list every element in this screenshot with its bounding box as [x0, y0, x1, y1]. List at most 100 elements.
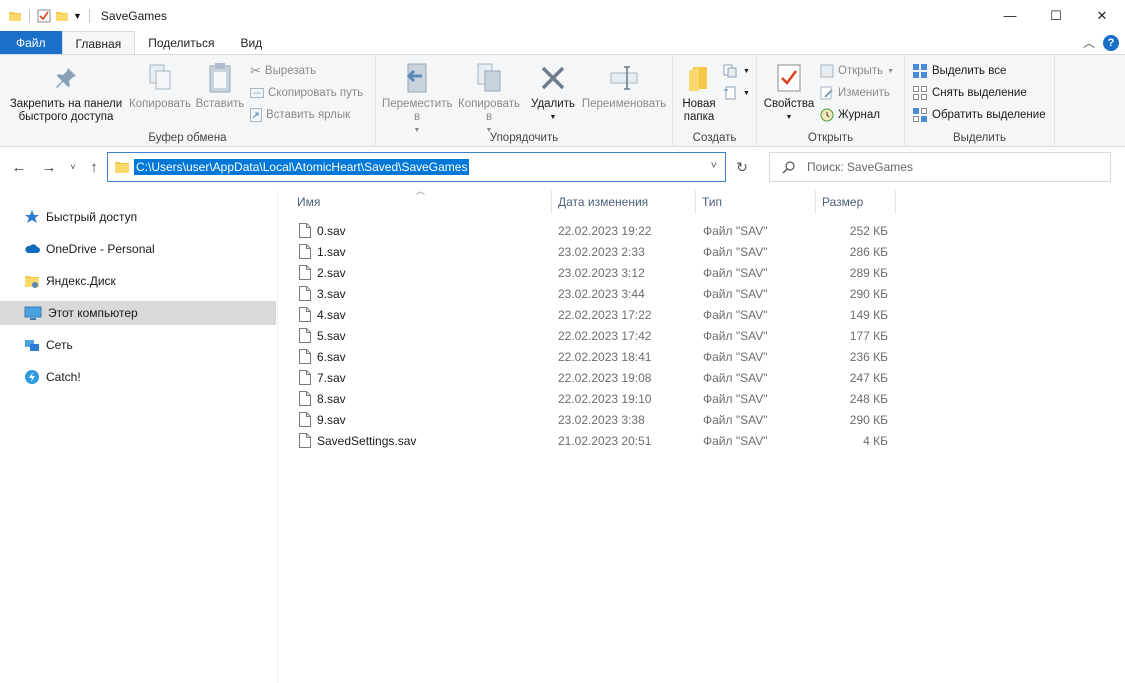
invert-selection-icon [913, 108, 927, 122]
star-icon [25, 210, 39, 223]
cut-button[interactable]: ✂ Вырезать [250, 61, 316, 81]
properties-icon[interactable] [37, 9, 51, 23]
file-icon [299, 433, 311, 448]
close-button[interactable]: ✕ [1079, 0, 1125, 31]
file-row[interactable]: 8.sav 22.02.2023 19:10 Файл "SAV" 248 КБ [279, 388, 1125, 409]
address-history-chevron-icon[interactable]: ˅ [711, 160, 717, 172]
pin-to-quick-access-button[interactable]: Закрепить на панели быстрого доступа [6, 61, 126, 124]
file-row[interactable]: 6.sav 22.02.2023 18:41 Файл "SAV" 236 КБ [279, 346, 1125, 367]
dropdown-chevron-icon: ▼ [785, 114, 793, 121]
select-none-button[interactable]: Снять выделение [912, 83, 1027, 103]
back-button[interactable]: ← [8, 156, 30, 178]
file-row[interactable]: 9.sav 23.02.2023 3:38 Файл "SAV" 290 КБ [279, 409, 1125, 430]
file-name: 4.sav [317, 307, 346, 322]
file-row[interactable]: 0.sav 22.02.2023 19:22 Файл "SAV" 252 КБ [279, 220, 1125, 241]
search-box[interactable]: Поиск: SaveGames [769, 152, 1111, 182]
file-name: 8.sav [317, 391, 346, 406]
folder-icon [25, 276, 39, 288]
customize-toolbar-chevron-icon[interactable]: ▼ [73, 11, 82, 21]
file-name-cell[interactable]: 5.sav [299, 325, 346, 346]
collapse-ribbon-chevron-icon[interactable]: ︿ [1083, 34, 1095, 51]
new-folder-icon[interactable] [55, 9, 69, 23]
sidebar-item-yandex-disk[interactable]: Яндекс.Диск [0, 269, 276, 293]
copy-icon [149, 64, 171, 90]
file-icon [299, 244, 311, 259]
file-date: 22.02.2023 18:41 [558, 349, 652, 364]
tab-file[interactable]: Файл [0, 31, 62, 55]
sidebar-item-network[interactable]: Сеть [0, 333, 276, 357]
tab-view[interactable]: Вид [227, 31, 275, 55]
file-type: Файл "SAV" [703, 307, 768, 322]
tab-home[interactable]: Главная [61, 31, 136, 55]
file-row[interactable]: 7.sav 22.02.2023 19:08 Файл "SAV" 247 КБ [279, 367, 1125, 388]
file-name-cell[interactable]: 9.sav [299, 409, 346, 430]
paste-button[interactable]: Вставить [194, 61, 246, 111]
help-icon[interactable]: ? [1103, 34, 1119, 51]
file-row[interactable]: 3.sav 23.02.2023 3:44 Файл "SAV" 290 КБ [279, 283, 1125, 304]
copy-path-icon [250, 88, 264, 98]
history-button[interactable]: Журнал [820, 105, 880, 125]
sidebar-item-quick-access[interactable]: Быстрый доступ [0, 205, 276, 229]
organize-group-label: Упорядочить [489, 132, 559, 144]
sidebar-item-this-pc[interactable]: Этот компьютер [0, 301, 276, 325]
dropdown-chevron-icon: ▼ [549, 114, 557, 121]
file-row[interactable]: 1.sav 23.02.2023 2:33 Файл "SAV" 286 КБ [279, 241, 1125, 262]
file-name-cell[interactable]: 6.sav [299, 346, 346, 367]
file-name-cell[interactable]: 8.sav [299, 388, 346, 409]
select-all-button[interactable]: Выделить все [912, 61, 1006, 81]
new-folder-button[interactable]: Новая папка [679, 61, 719, 124]
address-bar[interactable]: C:\Users\user\AppData\Local\AtomicHeart\… [107, 152, 726, 182]
copy-to-icon [477, 63, 501, 92]
maximize-button[interactable]: ☐ [1033, 0, 1079, 31]
file-row[interactable]: 4.sav 22.02.2023 17:22 Файл "SAV" 149 КБ [279, 304, 1125, 325]
up-button[interactable]: ↑ [83, 156, 105, 178]
file-icon [299, 349, 311, 364]
open-button[interactable]: Открыть ▼ [820, 61, 894, 81]
file-name-cell[interactable]: 2.sav [299, 262, 346, 283]
file-size: 177 КБ [849, 328, 888, 343]
properties-button[interactable]: Свойства ▼ [761, 61, 817, 124]
easy-access-button[interactable]: ▼ [723, 83, 750, 103]
column-header-type[interactable]: Тип [696, 190, 816, 214]
rename-button[interactable]: Переименовать [578, 61, 670, 111]
file-row[interactable]: 2.sav 23.02.2023 3:12 Файл "SAV" 289 КБ [279, 262, 1125, 283]
file-row[interactable]: SavedSettings.sav 21.02.2023 20:51 Файл "S… [279, 430, 1125, 451]
minimize-button[interactable]: — [987, 0, 1033, 31]
column-header-date[interactable]: Дата изменения [552, 190, 696, 214]
file-icon [299, 286, 311, 301]
file-type: Файл "SAV" [703, 433, 768, 448]
file-name-cell[interactable]: 3.sav [299, 283, 346, 304]
invert-selection-button[interactable]: Обратить выделение [912, 105, 1046, 125]
forward-button[interactable]: → [38, 156, 60, 178]
recent-locations-button[interactable]: ˅ [62, 156, 84, 178]
paste-shortcut-button[interactable]: Вставить ярлык [250, 105, 350, 125]
tab-share[interactable]: Поделиться [135, 31, 227, 55]
properties-icon [777, 64, 801, 92]
copy-to-button[interactable]: Копировать в ▼ [454, 61, 524, 137]
file-name-cell[interactable]: 4.sav [299, 304, 346, 325]
copy-button[interactable]: Копировать [128, 61, 192, 111]
new-item-button[interactable]: ▼ [723, 61, 750, 81]
file-name-cell[interactable]: 1.sav [299, 241, 346, 262]
file-row[interactable]: 5.sav 22.02.2023 17:42 Файл "SAV" 177 КБ [279, 325, 1125, 346]
file-date: 22.02.2023 19:10 [558, 391, 652, 406]
sidebar-item-catch[interactable]: Catch! [0, 365, 276, 389]
move-to-button[interactable]: Переместить в ▼ [380, 61, 454, 137]
file-name-cell[interactable]: SavedSettings.sav [299, 430, 416, 451]
sidebar-item-onedrive[interactable]: OneDrive - Personal [0, 237, 276, 261]
address-path[interactable]: C:\Users\user\AppData\Local\AtomicHeart\… [134, 159, 470, 175]
copy-path-button[interactable]: Скопировать путь [250, 83, 363, 103]
file-date: 23.02.2023 3:12 [558, 265, 645, 280]
file-date: 23.02.2023 2:33 [558, 244, 645, 259]
file-name: SavedSettings.sav [317, 433, 417, 448]
organize-group: Переместить в ▼ Копировать в ▼ Удалить ▼… [376, 55, 673, 147]
refresh-button[interactable]: ↻ [731, 156, 753, 178]
delete-button[interactable]: Удалить ▼ [528, 61, 578, 124]
file-name-cell[interactable]: 7.sav [299, 367, 346, 388]
edit-button[interactable]: Изменить [820, 83, 890, 103]
navigation-bar: ← → ˅ ↑ C:\Users\user\AppData\Local\Atom… [0, 152, 1125, 182]
column-header-name[interactable]: Имя [291, 190, 552, 214]
divider [29, 8, 30, 23]
file-name-cell[interactable]: 0.sav [299, 220, 346, 241]
column-header-size[interactable]: Размер [816, 190, 896, 214]
